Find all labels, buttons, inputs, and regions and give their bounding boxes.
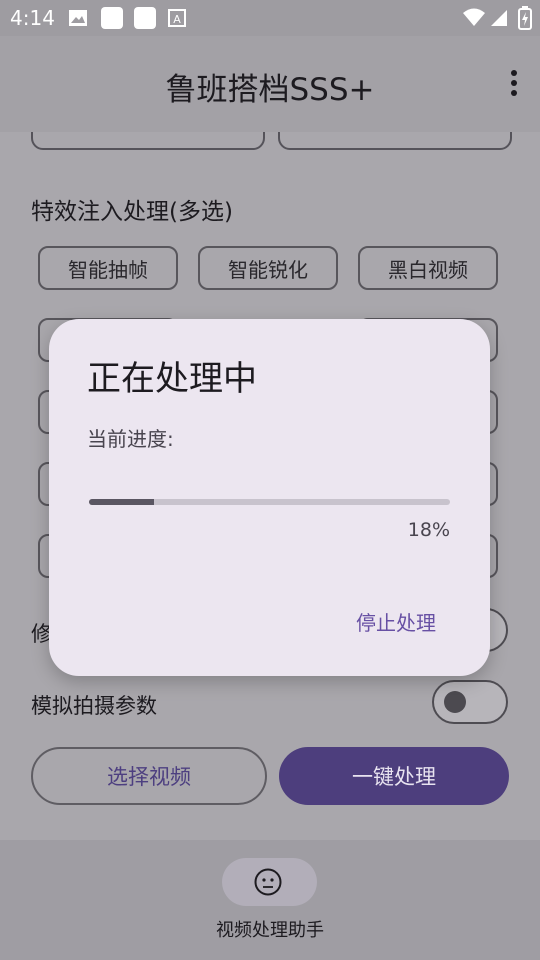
option-chip[interactable] [278, 132, 512, 150]
processing-dialog: 正在处理中 当前进度: 18% 停止处理 [49, 319, 490, 676]
dialog-title: 正在处理中 [87, 359, 257, 399]
face-icon [254, 868, 282, 896]
app-bar: 鲁班搭档SSS+ [0, 36, 540, 132]
option-chip[interactable] [31, 132, 265, 150]
image-icon [69, 10, 87, 26]
wifi-icon [463, 8, 485, 26]
nav-label: 视频处理助手 [216, 920, 324, 941]
progress-percent: 18% [407, 519, 450, 541]
chip-smart-sharpen[interactable]: 智能锐化 [198, 246, 338, 290]
signal-icon [491, 10, 507, 26]
progress-bar [89, 499, 450, 505]
progress-label: 当前进度: [87, 427, 174, 451]
switch-knob [444, 691, 466, 713]
svg-text:A: A [173, 13, 181, 26]
more-options-icon[interactable] [510, 70, 518, 98]
select-video-button[interactable]: 选择视频 [31, 747, 267, 805]
stop-processing-button[interactable]: 停止处理 [356, 607, 436, 636]
chip-black-white[interactable]: 黑白视频 [358, 246, 498, 290]
app-title: 鲁班搭档SSS+ [165, 72, 375, 108]
one-click-process-button[interactable]: 一键处理 [279, 747, 509, 805]
battery-charging-icon [518, 6, 532, 30]
bottom-navigation: 视频处理助手 [0, 840, 540, 960]
chip-smart-frame-extract[interactable]: 智能抽帧 [38, 246, 178, 290]
status-bar: 4:14 A [0, 0, 540, 36]
status-time: 4:14 [10, 6, 55, 30]
simulate-shooting-switch[interactable] [432, 680, 508, 724]
app-icon [101, 7, 123, 29]
simulate-shooting-label: 模拟拍摄参数 [31, 694, 157, 718]
a-icon: A [168, 9, 186, 27]
effects-section-title: 特效注入处理(多选) [31, 199, 233, 225]
app-icon [134, 7, 156, 29]
progress-fill [89, 499, 154, 505]
